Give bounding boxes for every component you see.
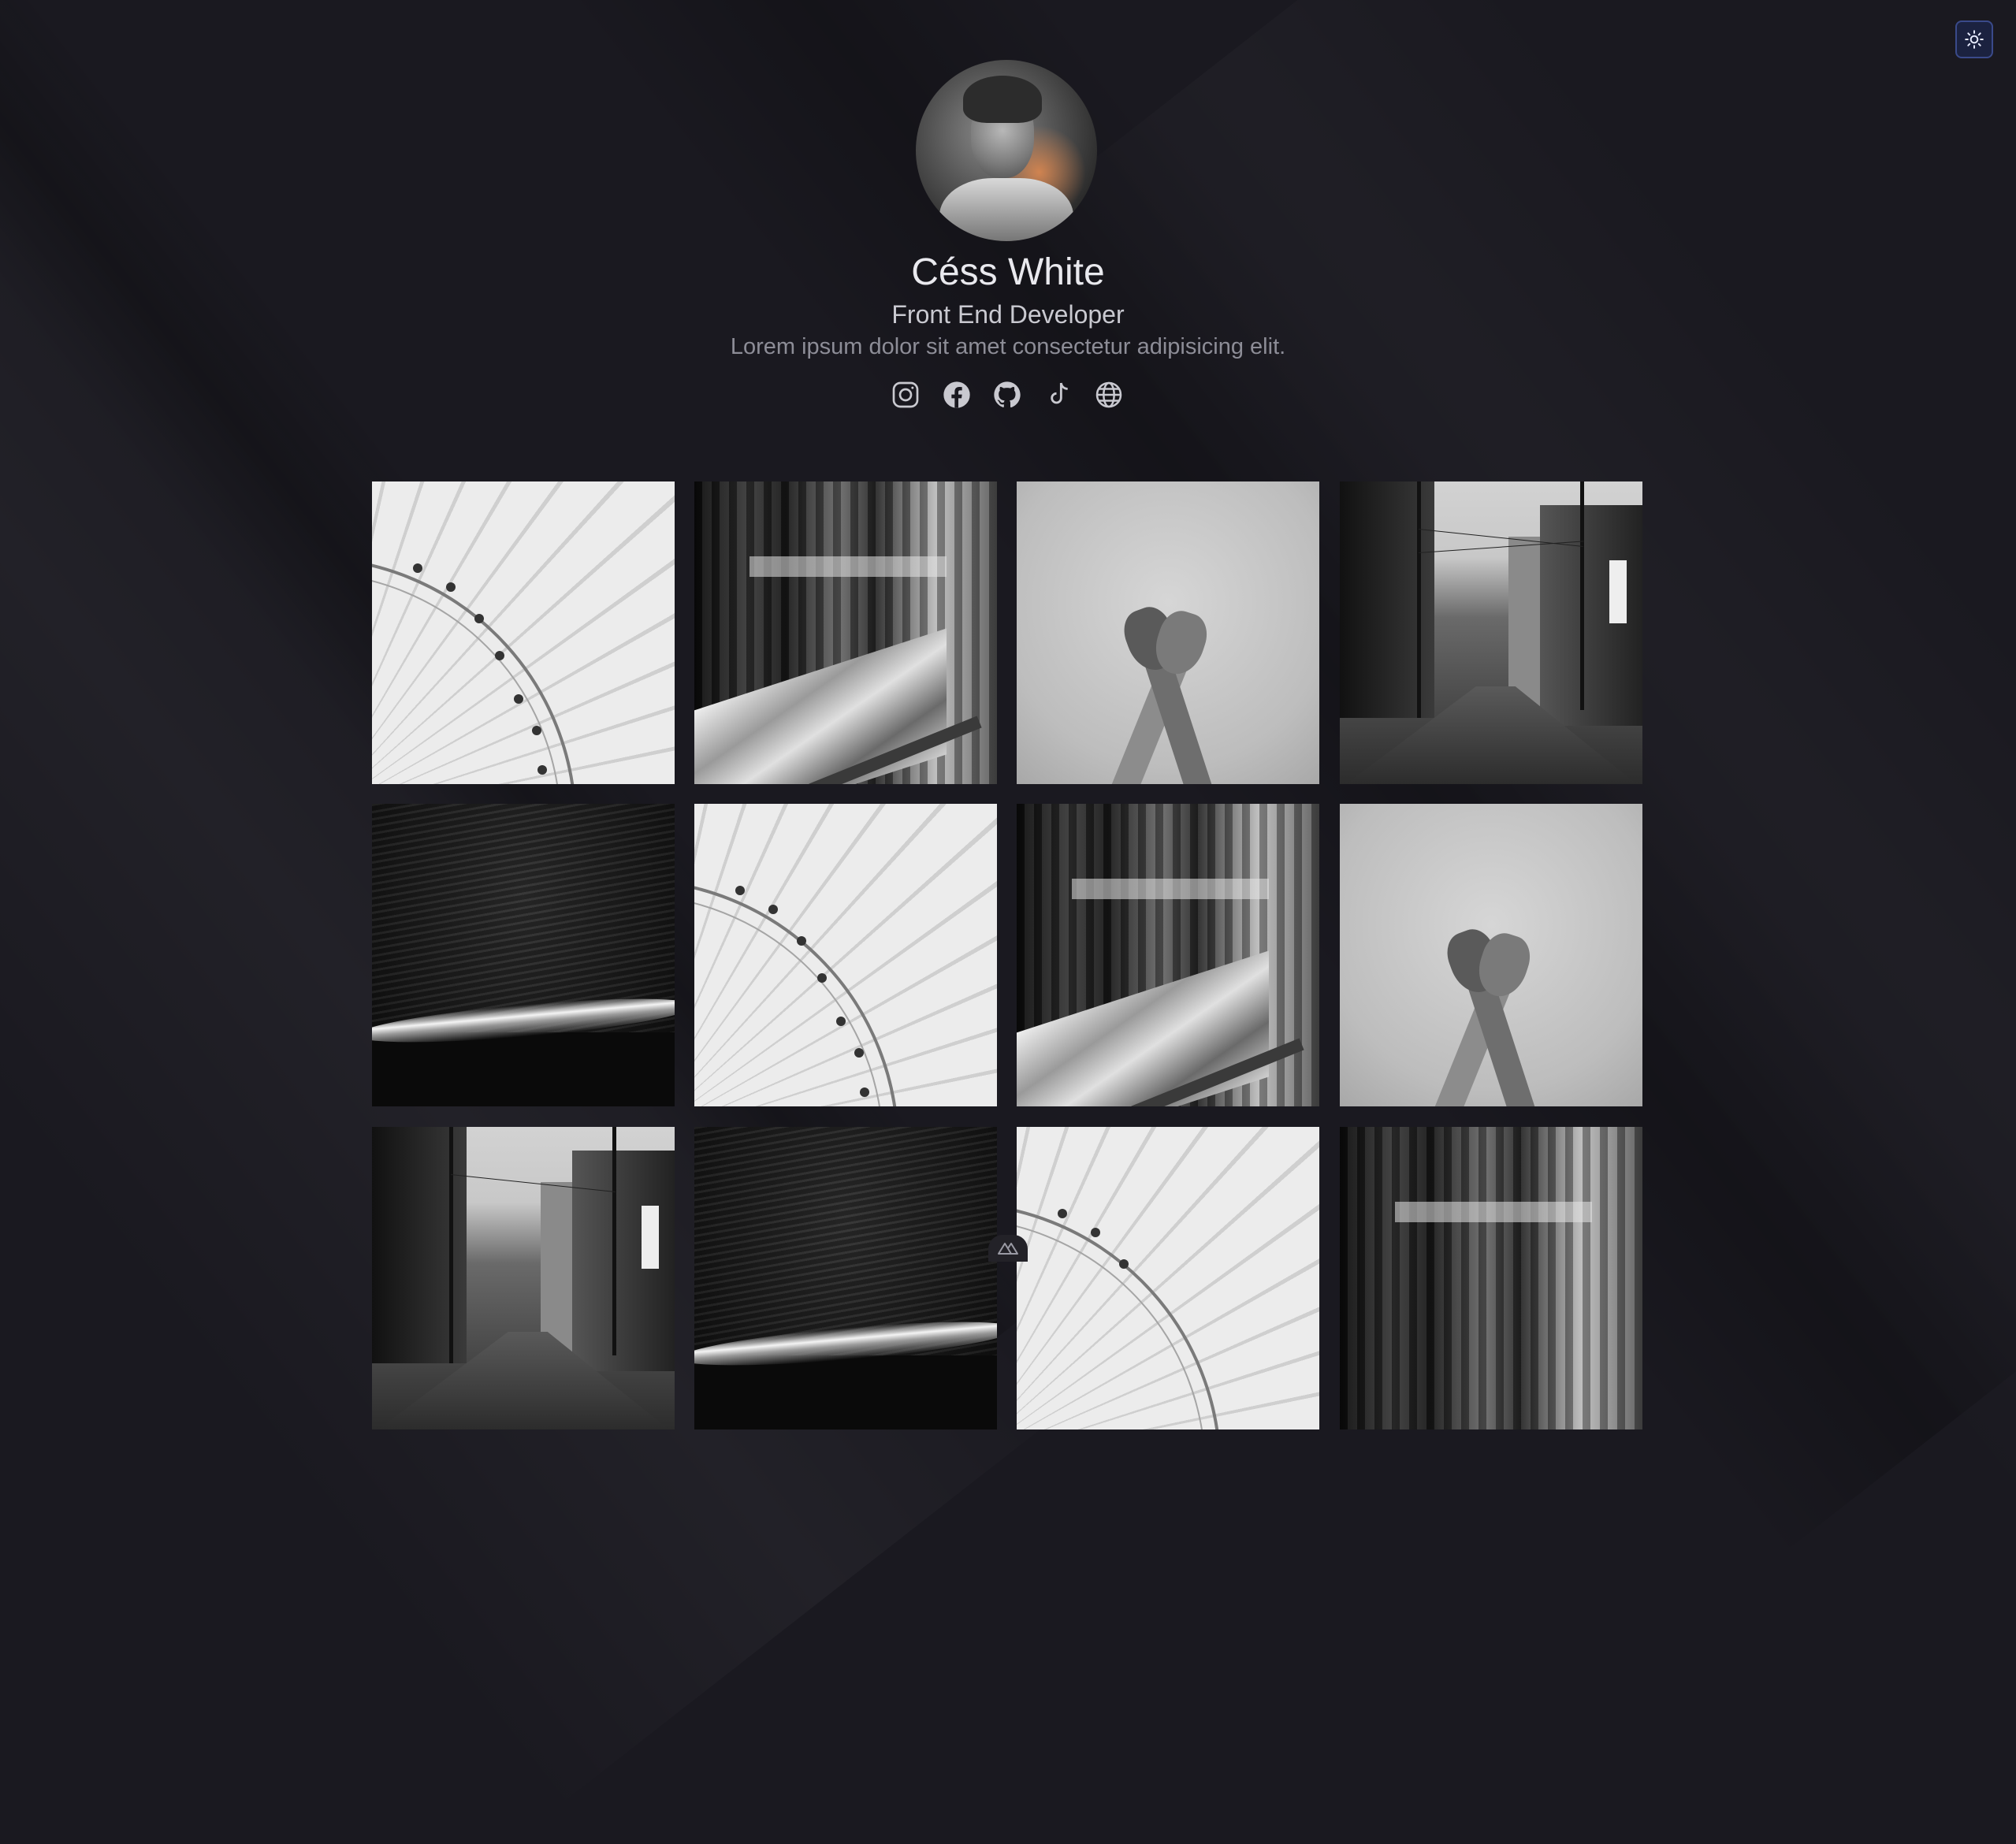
instagram-link[interactable] — [889, 378, 922, 411]
profile-bio: Lorem ipsum dolor sit amet consectetur a… — [730, 334, 1286, 359]
facebook-icon — [943, 381, 970, 408]
gallery-photo-waves[interactable] — [372, 804, 675, 1106]
gallery-photo-street[interactable] — [372, 1127, 675, 1429]
tiktok-link[interactable] — [1042, 378, 1075, 411]
profile-role: Front End Developer — [891, 300, 1125, 329]
instagram-icon — [892, 381, 919, 408]
nuxt-badge[interactable] — [988, 1235, 1028, 1262]
gallery-photo-waves[interactable] — [694, 1127, 997, 1429]
gallery-photo-hands[interactable] — [1017, 481, 1319, 784]
gallery-photo-ferris-wheel[interactable] — [1017, 1127, 1319, 1429]
globe-icon — [1095, 381, 1122, 408]
gallery-photo-curtain-bed[interactable] — [1340, 1127, 1642, 1429]
github-icon — [994, 381, 1021, 408]
github-link[interactable] — [991, 378, 1024, 411]
gallery-photo-curtain-bed[interactable] — [1017, 804, 1319, 1106]
profile-name: Céss White — [911, 251, 1105, 293]
facebook-link[interactable] — [940, 378, 973, 411]
gallery-photo-ferris-wheel[interactable] — [694, 804, 997, 1106]
website-link[interactable] — [1092, 378, 1125, 411]
tiktok-icon — [1050, 382, 1068, 404]
mountain-logo-icon — [998, 1243, 1018, 1255]
sun-icon — [1965, 30, 1984, 49]
gallery-photo-ferris-wheel[interactable] — [372, 481, 675, 784]
gallery-photo-curtain-bed[interactable] — [694, 481, 997, 784]
gallery-photo-street[interactable] — [1340, 481, 1642, 784]
gallery-photo-hands[interactable] — [1340, 804, 1642, 1106]
theme-toggle-button[interactable] — [1955, 20, 1993, 58]
avatar — [916, 60, 1097, 241]
social-links — [889, 378, 1125, 413]
